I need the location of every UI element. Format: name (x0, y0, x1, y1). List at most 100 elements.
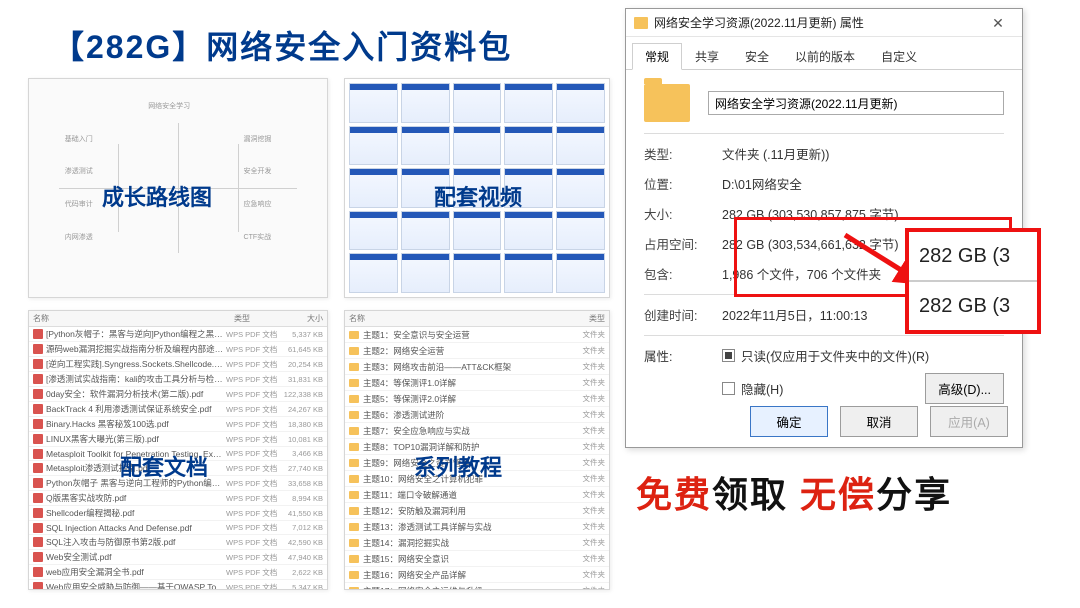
folder-icon (349, 571, 359, 579)
file-row[interactable]: SQL Injection Attacks And Defense.pdfWPS… (29, 521, 327, 535)
apply-button[interactable]: 应用(A) (930, 406, 1008, 437)
folder-icon (349, 411, 359, 419)
folder-icon (349, 555, 359, 563)
folder-row[interactable]: 主题17：网络安全之运维与升级文件夹 (345, 583, 609, 590)
folder-row[interactable]: 主题1：安全意识与安全运营文件夹 (345, 327, 609, 343)
page-title: 【282G】网络安全入门资料包 (52, 22, 512, 68)
tab-share[interactable]: 共享 (682, 43, 732, 69)
slogan: 免费领取 无偿分享 (636, 466, 952, 518)
folder-row[interactable]: 主题12：安防触及漏洞利用文件夹 (345, 503, 609, 519)
folder-row[interactable]: 主题7：安全应急响应与实战文件夹 (345, 423, 609, 439)
file-row[interactable]: Web应用安全威胁与防御——基于OWASP Top 10与ESAPI 的详解篇.… (29, 580, 327, 590)
label-contains: 包含: (644, 264, 722, 283)
folder-icon (349, 331, 359, 339)
pdf-icon (33, 567, 43, 577)
roadmap-label: 成长路线图 (102, 180, 212, 212)
folder-row[interactable]: 主题16：网络安全产品详解文件夹 (345, 567, 609, 583)
pdf-icon (33, 389, 43, 399)
titlebar: 网络安全学习资源(2022.11月更新) 属性 ✕ (626, 9, 1022, 37)
file-row[interactable]: 源码web漏洞挖掘实战指南分析及编程内部途径.pdfWPS PDF 文档61,6… (29, 342, 327, 357)
folder-row[interactable]: 主题11：端口令破解通道文件夹 (345, 487, 609, 503)
folder-row[interactable]: 主题2：网络安全运营文件夹 (345, 343, 609, 359)
pdf-icon (33, 463, 43, 473)
folder-icon (349, 587, 359, 591)
ok-button[interactable]: 确定 (750, 406, 828, 437)
folder-row[interactable]: 主题5：等保测评2.0详解文件夹 (345, 391, 609, 407)
dialog-buttons: 确定 取消 应用(A) (750, 406, 1008, 437)
window-title: 网络安全学习资源(2022.11月更新) 属性 (654, 14, 980, 31)
pdf-icon (33, 434, 43, 444)
tab-custom[interactable]: 自定义 (868, 43, 930, 69)
zoom-line-1: 282 GB (3 (909, 232, 1037, 280)
pdf-icon (33, 374, 43, 384)
folder-icon (349, 363, 359, 371)
file-row[interactable]: Q版黑客实战攻防.pdfWPS PDF 文档8,994 KB (29, 491, 327, 506)
tutorials-header: 名称 类型 (345, 311, 609, 327)
videos-label: 配套视频 (434, 180, 522, 212)
label-size: 大小: (644, 204, 722, 223)
file-row[interactable]: Web安全测试.pdfWPS PDF 文档47,940 KB (29, 550, 327, 565)
tab-previous[interactable]: 以前的版本 (782, 43, 868, 69)
folder-name-input[interactable] (708, 91, 1004, 115)
folder-row[interactable]: 主题4：等保测评1.0详解文件夹 (345, 375, 609, 391)
file-row[interactable]: LINUX黑客大曝光(第三版).pdfWPS PDF 文档10,081 KB (29, 432, 327, 447)
hidden-label: 隐藏(H) (741, 379, 783, 398)
folder-icon (349, 427, 359, 435)
label-type: 类型: (644, 144, 722, 163)
folder-row[interactable]: 主题14：漏洞挖掘实战文件夹 (345, 535, 609, 551)
file-row[interactable]: web应用安全漏洞全书.pdfWPS PDF 文档2,622 KB (29, 565, 327, 580)
file-row[interactable]: SQL注入攻击与防御原书第2版.pdfWPS PDF 文档42,590 KB (29, 535, 327, 550)
pdf-icon (33, 537, 43, 547)
folder-row[interactable]: 主题15：网络安全意识文件夹 (345, 551, 609, 567)
folder-icon (634, 17, 648, 29)
advanced-button[interactable]: 高级(D)... (925, 373, 1004, 404)
file-row[interactable]: [逆向工程实践].Syngress.Sockets.Shellcode.Port… (29, 357, 327, 372)
tab-general[interactable]: 常规 (632, 43, 682, 70)
file-row[interactable]: BackTrack 4 利用渗透测试保证系统安全.pdfWPS PDF 文档24… (29, 402, 327, 417)
pdf-icon (33, 523, 43, 533)
docs-thumbnail: 名称 类型 大小 [Python灰帽子：黑客与逆向]Python编程之黑客攻击手… (28, 310, 328, 590)
folder-icon (349, 539, 359, 547)
tab-security[interactable]: 安全 (732, 43, 782, 69)
folder-icon (349, 443, 359, 451)
folder-icon (349, 379, 359, 387)
readonly-label: 只读(仅应用于文件夹中的文件)(R) (741, 346, 929, 365)
pdf-icon (33, 404, 43, 414)
folder-icon (349, 475, 359, 483)
pdf-icon (33, 552, 43, 562)
label-created: 创建时间: (644, 305, 722, 324)
value-type: 文件夹 (.11月更新)) (722, 144, 1004, 163)
file-row[interactable]: [Python灰帽子：黑客与逆向]Python编程之黑客攻击手册.pdfWPS … (29, 327, 327, 342)
file-row[interactable]: Shellcoder编程揭秘.pdfWPS PDF 文档41,550 KB (29, 506, 327, 521)
tab-strip: 常规 共享 安全 以前的版本 自定义 (626, 37, 1022, 70)
label-location: 位置: (644, 174, 722, 193)
folder-icon (349, 523, 359, 531)
file-row[interactable]: Binary.Hacks 黑客秘笈100选.pdfWPS PDF 文档18,38… (29, 417, 327, 432)
checkbox-hidden[interactable] (722, 382, 735, 395)
zoom-callout: 282 GB (3 282 GB (3 (905, 228, 1041, 334)
label-size-on-disk: 占用空间: (644, 234, 722, 253)
pdf-icon (33, 493, 43, 503)
file-row[interactable]: Python灰帽子 黑客与逆向工程师的Python编程之道.pdfWPS PDF… (29, 476, 327, 491)
value-size: 282 GB (303,530,857,875 字节) (722, 204, 1004, 223)
pdf-icon (33, 508, 43, 518)
file-row[interactable]: [渗透测试实战指南：kali的攻击工具分析与检测.pdfWPS PDF 文档31… (29, 372, 327, 387)
checkbox-readonly[interactable] (722, 349, 735, 362)
pdf-icon (33, 478, 43, 488)
file-row[interactable]: 0day安全：软件漏洞分析技术(第二版).pdfWPS PDF 文档122,33… (29, 387, 327, 402)
tutorials-label: 系列教程 (414, 450, 502, 482)
file-row[interactable]: Metasploit渗透测试指南.pdfWPS PDF 文档27,740 KB (29, 461, 327, 476)
label-attributes: 属性: (644, 346, 722, 365)
folder-icon (349, 395, 359, 403)
zoom-line-2: 282 GB (3 (909, 280, 1037, 330)
folder-row[interactable]: 主题6：渗透测试进阶文件夹 (345, 407, 609, 423)
folder-row[interactable]: 主题3：网络攻击前沿——ATT&CK框架文件夹 (345, 359, 609, 375)
folder-icon (349, 459, 359, 467)
pdf-icon (33, 329, 43, 339)
close-button[interactable]: ✕ (980, 12, 1016, 34)
pdf-icon (33, 419, 43, 429)
folder-row[interactable]: 主题13：渗透测试工具详解与实战文件夹 (345, 519, 609, 535)
file-row[interactable]: Metasploit Toolkit for Penetration Testi… (29, 447, 327, 461)
cancel-button[interactable]: 取消 (840, 406, 918, 437)
folder-icon (349, 507, 359, 515)
